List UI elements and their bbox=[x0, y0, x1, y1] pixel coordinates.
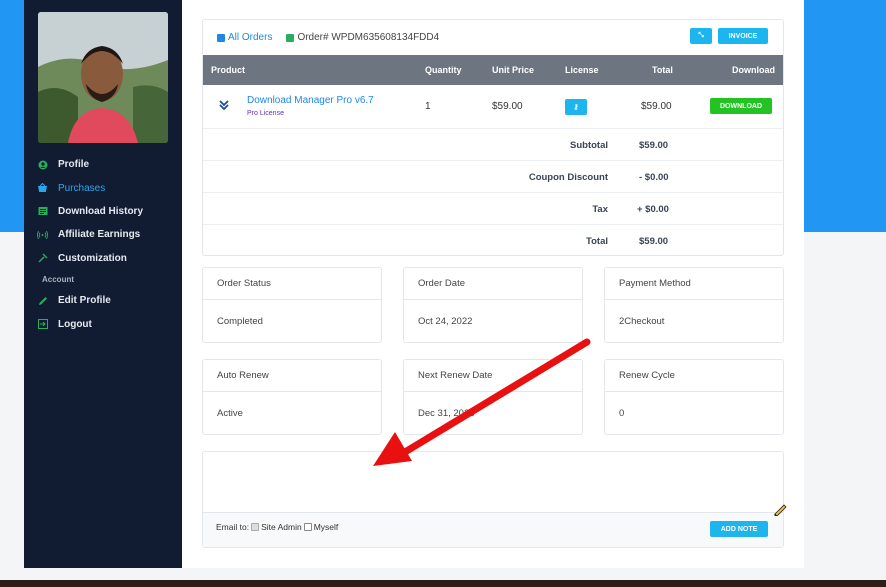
download-button[interactable]: DOWNLOAD bbox=[710, 98, 772, 114]
invoice-button[interactable]: INVOICE bbox=[718, 28, 768, 44]
user-circle-icon bbox=[37, 159, 48, 170]
column-license: License bbox=[565, 65, 599, 75]
pencil-icon bbox=[37, 295, 48, 306]
sidebar-item-affiliate-earnings[interactable]: Affiliate Earnings bbox=[24, 223, 182, 246]
payment-method-card: Payment Method 2Checkout bbox=[604, 267, 784, 343]
sidebar-item-label: Profile bbox=[58, 159, 90, 171]
sidebar-item-customization[interactable]: Customization bbox=[24, 247, 182, 270]
auto-renew-value: Active bbox=[217, 407, 243, 419]
summary-row-subtotal: Subtotal $59.00 bbox=[203, 129, 783, 161]
add-note-button[interactable]: ADD NOTE bbox=[710, 521, 768, 537]
sidebar-item-label: Customization bbox=[58, 252, 127, 264]
logout-icon bbox=[37, 319, 48, 330]
cursor-icon bbox=[773, 502, 787, 519]
order-status-card: Order Status Completed bbox=[202, 267, 382, 343]
avatar bbox=[38, 12, 168, 143]
sidebar-item-purchases[interactable]: Purchases bbox=[24, 176, 182, 199]
renew-cycle-card: Renew Cycle 0 bbox=[604, 359, 784, 435]
order-status-label: Order Status bbox=[203, 268, 381, 300]
all-orders-link[interactable]: All Orders bbox=[217, 32, 272, 43]
compress-icon: ⤡ bbox=[698, 32, 704, 39]
summary-value: $59.00 bbox=[639, 139, 669, 151]
next-renew-value: Dec 31, 2023 bbox=[418, 407, 475, 419]
table-row: Download Manager Pro v6.7 Pro License 1 … bbox=[203, 85, 783, 129]
chevron-down-icon[interactable] bbox=[218, 99, 230, 114]
sidebar-item-edit-profile[interactable]: Edit Profile bbox=[24, 289, 182, 312]
summary-label: Coupon Discount bbox=[528, 171, 608, 183]
column-download: Download bbox=[732, 65, 775, 75]
summary-row-coupon: Coupon Discount - $0.00 bbox=[203, 161, 783, 193]
myself-label: Myself bbox=[313, 522, 339, 532]
sidebar: Profile Purchases Download History Affil… bbox=[24, 0, 182, 568]
auto-renew-card: Auto Renew Active bbox=[202, 359, 382, 435]
sidebar-item-label: Affiliate Earnings bbox=[58, 229, 141, 241]
footer-strip bbox=[0, 580, 886, 587]
summary-row-tax: Tax + $0.00 bbox=[203, 193, 783, 225]
order-card: All Orders Order# WPDM635608134FDD4 ⤡ IN… bbox=[202, 19, 784, 256]
basket-icon bbox=[37, 183, 48, 194]
next-renew-card: Next Renew Date Dec 31, 2023 bbox=[403, 359, 583, 435]
sidebar-item-label: Edit Profile bbox=[58, 295, 111, 307]
sidebar-item-profile[interactable]: Profile bbox=[24, 153, 182, 176]
site-admin-label: Site Admin bbox=[261, 522, 302, 532]
hammer-icon bbox=[37, 253, 48, 264]
order-status-value: Completed bbox=[217, 315, 263, 327]
avatar-photo bbox=[38, 12, 168, 143]
sidebar-section-account: Account bbox=[42, 274, 74, 284]
site-admin-checkbox[interactable] bbox=[251, 523, 260, 531]
order-date-card: Order Date Oct 24, 2022 bbox=[403, 267, 583, 343]
note-textarea[interactable] bbox=[203, 452, 783, 513]
summary-label: Subtotal bbox=[570, 139, 608, 151]
payment-method-value: 2Checkout bbox=[619, 315, 665, 327]
sidebar-item-label: Purchases bbox=[58, 182, 106, 194]
all-orders-label: All Orders bbox=[228, 32, 273, 43]
quantity-value: 1 bbox=[425, 101, 431, 112]
column-product: Product bbox=[211, 65, 246, 75]
summary-value: + $0.00 bbox=[637, 203, 669, 215]
renew-cycle-value: 0 bbox=[619, 407, 625, 419]
payment-method-label: Payment Method bbox=[605, 268, 783, 300]
summary-label: Total bbox=[586, 235, 608, 247]
renew-cycle-label: Renew Cycle bbox=[605, 360, 783, 392]
order-summary: Subtotal $59.00 Coupon Discount - $0.00 … bbox=[203, 129, 783, 257]
expand-button[interactable]: ⤡ bbox=[690, 28, 712, 44]
product-name-link[interactable]: Download Manager Pro v6.7 bbox=[247, 95, 374, 106]
auto-renew-label: Auto Renew bbox=[203, 360, 381, 392]
total-value: $59.00 bbox=[641, 101, 672, 112]
order-number-text: Order# WPDM635608134FDD4 bbox=[297, 32, 440, 43]
next-renew-label: Next Renew Date bbox=[404, 360, 582, 392]
sidebar-nav: Profile Purchases Download History Affil… bbox=[24, 153, 182, 336]
unit-price-value: $59.00 bbox=[492, 101, 523, 112]
order-date-value: Oct 24, 2022 bbox=[418, 315, 473, 327]
sidebar-item-label: Download History bbox=[58, 205, 144, 217]
sidebar-item-logout[interactable]: Logout bbox=[24, 312, 182, 335]
sidebar-item-label: Logout bbox=[58, 318, 92, 330]
product-license: Pro License bbox=[247, 110, 284, 117]
receipt-icon bbox=[286, 33, 295, 42]
list-icon bbox=[37, 206, 48, 217]
sidebar-item-download-history[interactable]: Download History bbox=[24, 200, 182, 223]
email-to-label: Email to: bbox=[216, 522, 250, 532]
license-key-button[interactable]: ⚷ bbox=[565, 99, 587, 115]
summary-row-total: Total $59.00 bbox=[203, 225, 783, 257]
myself-checkbox[interactable] bbox=[303, 523, 312, 531]
briefcase-icon bbox=[217, 33, 225, 42]
signal-icon bbox=[37, 229, 48, 240]
column-unit-price: Unit Price bbox=[492, 65, 535, 75]
column-quantity: Quantity bbox=[425, 65, 462, 75]
key-icon: ⚷ bbox=[573, 104, 579, 111]
email-to-options: Email to: Site Admin Myself bbox=[216, 522, 338, 532]
summary-value: $59.00 bbox=[639, 235, 669, 247]
column-total: Total bbox=[652, 65, 673, 75]
order-table-header: Product Quantity Unit Price License Tota… bbox=[203, 55, 783, 85]
order-date-label: Order Date bbox=[404, 268, 582, 300]
order-number: Order# WPDM635608134FDD4 bbox=[286, 32, 439, 43]
note-footer: Email to: Site Admin Myself ADD NOTE bbox=[203, 513, 783, 547]
summary-value: - $0.00 bbox=[639, 171, 669, 183]
note-card: Email to: Site Admin Myself ADD NOTE bbox=[202, 451, 784, 548]
summary-label: Tax bbox=[592, 203, 608, 215]
